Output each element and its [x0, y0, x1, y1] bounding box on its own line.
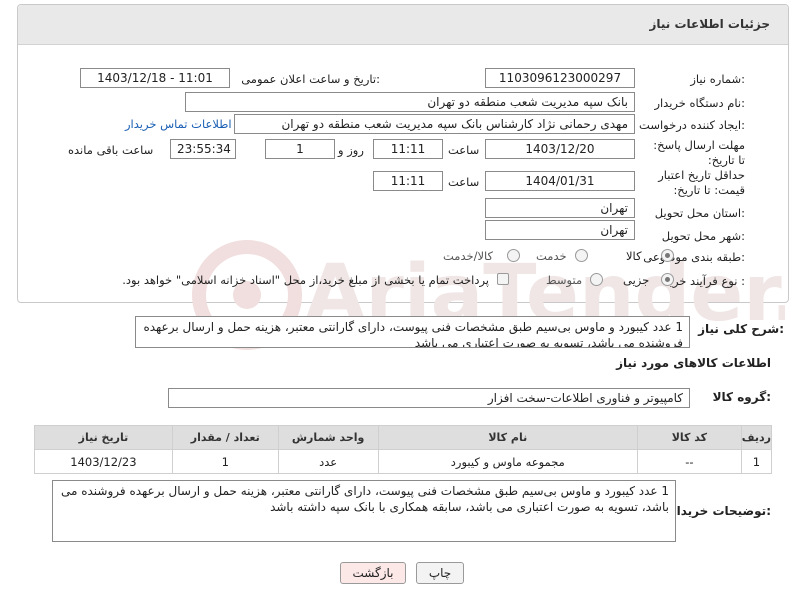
general-desc-textarea: 1 عدد کیبورد و ماوس بی‌سیم طبق مشخصات فن… — [135, 316, 690, 348]
print-button[interactable]: چاپ — [416, 562, 464, 584]
need-number-field: 1103096123000297 — [485, 68, 635, 88]
cell-goods-code: -- — [637, 449, 742, 474]
table-header-row: ردیف کد کالا نام کالا واحد شمارش تعداد /… — [34, 425, 773, 450]
category-option-service: خدمت — [536, 249, 567, 263]
days-field: 1 — [265, 139, 335, 159]
price-validity-label: حداقل تاریخ اعتبار قیمت: تا تاریخ: — [658, 168, 745, 197]
buyer-notes-label: توضیحات خریدار: — [669, 504, 771, 518]
col-header-goods-code: کد کالا — [637, 425, 742, 450]
remaining-label: ساعت باقی مانده — [68, 143, 154, 157]
validity-time-label: ساعت — [448, 175, 480, 189]
goods-group-label: گروه کالا: — [712, 390, 771, 404]
cell-goods-name: مجموعه ماوس و کیبورد — [377, 449, 639, 474]
panel-title: جزئیات اطلاعات نیاز — [649, 17, 770, 31]
province-field: تهران — [485, 198, 635, 218]
category-option-goods: کالا — [626, 249, 642, 263]
remaining-time-field: 23:55:34 — [170, 139, 236, 159]
purchase-radio-medium[interactable] — [590, 273, 603, 286]
table-row: 1 -- مجموعه ماوس و کیبورد عدد 1 1403/12/… — [34, 449, 773, 474]
goods-group-field: کامپیوتر و فناوری اطلاعات-سخت افزار — [168, 388, 690, 408]
announce-datetime-label: تاریخ و ساعت اعلان عمومی: — [241, 72, 380, 86]
days-and-label: روز و — [338, 143, 364, 157]
requester-field: مهدی رحمانی نژاد کارشناس بانک سپه مدیریت… — [234, 114, 635, 134]
reply-time-label: ساعت — [448, 143, 480, 157]
city-field: تهران — [485, 220, 635, 240]
requester-label: ایجاد کننده درخواست: — [639, 118, 745, 132]
purchase-type-label: نوع فرآیند خرید : — [663, 274, 745, 288]
treasury-payment-checkbox[interactable] — [497, 273, 509, 285]
category-radio-service[interactable] — [575, 249, 588, 262]
payment-note: پرداخت تمام یا بخشی از مبلغ خرید،از محل … — [122, 273, 489, 287]
purchase-option-minor: جزیی — [623, 273, 650, 287]
goods-table: ردیف کد کالا نام کالا واحد شمارش تعداد /… — [34, 425, 773, 474]
general-desc-label: شرح کلی نیاز: — [698, 322, 784, 336]
reply-time-field: 11:11 — [373, 139, 443, 159]
city-label: شهر محل تحویل: — [661, 229, 745, 243]
buyer-name-label: نام دستگاه خریدار: — [654, 96, 745, 110]
cell-unit: عدد — [277, 449, 379, 474]
announce-datetime-field: 1403/12/18 - 11:01 — [80, 68, 230, 88]
buyer-name-field: بانک سپه مدیریت شعب منطقه دو تهران — [185, 92, 635, 112]
buyer-contact-link[interactable]: اطلاعات تماس خریدار — [125, 117, 232, 131]
validity-date-field: 1404/01/31 — [485, 171, 635, 191]
buyer-notes-textarea: 1 عدد کیبورد و ماوس بی‌سیم طبق مشخصات فن… — [52, 480, 676, 542]
purchase-option-medium: متوسط — [546, 273, 583, 287]
goods-info-heading: اطلاعات کالاهای مورد نیاز — [616, 356, 771, 370]
category-option-goods-service: کالا/خدمت — [443, 249, 494, 263]
validity-time-field: 11:11 — [373, 171, 443, 191]
category-label: طبقه بندی موضوعی: — [643, 250, 745, 264]
col-header-goods-name: نام کالا — [377, 425, 639, 450]
province-label: استان محل تحویل: — [654, 206, 745, 220]
category-radio-goods[interactable] — [661, 249, 674, 262]
col-header-quantity: تعداد / مقدار — [171, 425, 279, 450]
panel-header: جزئیات اطلاعات نیاز — [18, 5, 788, 45]
cell-quantity: 1 — [171, 449, 279, 474]
reply-date-field: 1403/12/20 — [485, 139, 635, 159]
col-header-unit: واحد شمارش — [277, 425, 379, 450]
category-radio-goods-service[interactable] — [507, 249, 520, 262]
cell-row-number: 1 — [740, 449, 773, 474]
need-number-label: شماره نیاز: — [690, 72, 745, 86]
col-header-row-number: ردیف — [740, 425, 773, 450]
reply-deadline-label: مهلت ارسال پاسخ: تا تاریخ: — [653, 138, 745, 167]
col-header-need-date: تاریخ نیاز — [34, 425, 173, 450]
cell-need-date: 1403/12/23 — [34, 449, 173, 474]
back-button[interactable]: بازگشت — [340, 562, 406, 584]
purchase-radio-minor[interactable] — [661, 273, 674, 286]
